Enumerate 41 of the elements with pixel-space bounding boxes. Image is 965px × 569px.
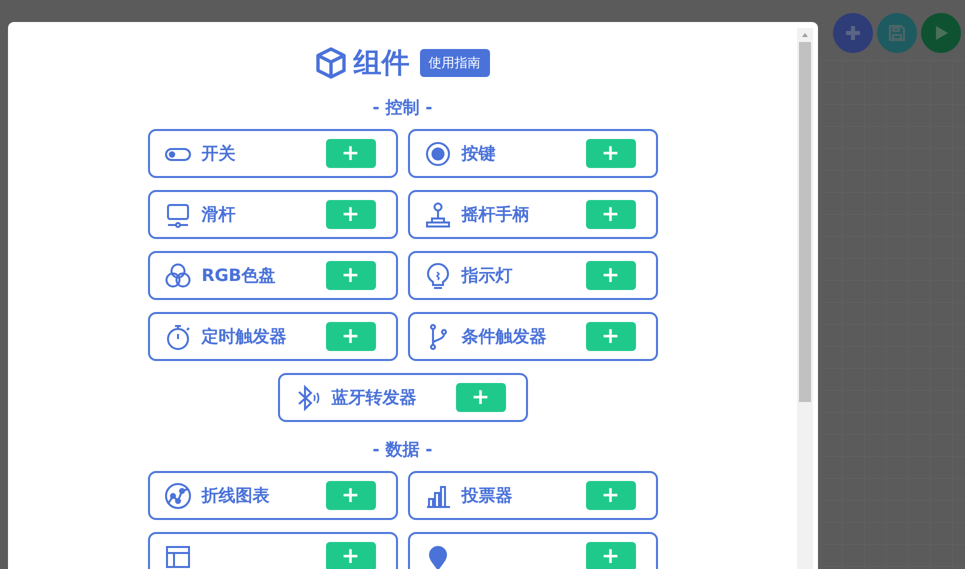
- component-name: 条件触发器: [462, 326, 546, 348]
- add-button[interactable]: +: [586, 200, 636, 229]
- component-name: 滑杆: [202, 204, 236, 226]
- scroll-up-icon[interactable]: [801, 32, 809, 38]
- save-button[interactable]: [877, 13, 917, 53]
- add-button[interactable]: +: [586, 322, 636, 351]
- component-name: 指示灯: [462, 265, 512, 287]
- guide-button[interactable]: 使用指南: [420, 49, 490, 77]
- scrollbar[interactable]: [797, 28, 813, 569]
- overlapping-circles-icon: [164, 262, 192, 290]
- component-name: RGB色盘: [202, 265, 276, 287]
- dialog-title: 组件: [354, 45, 410, 81]
- add-button[interactable]: +: [586, 542, 636, 569]
- plus-icon: [846, 26, 860, 40]
- radio-button-icon: [424, 140, 452, 168]
- component-name: 摇杆手柄: [462, 204, 530, 226]
- section-heading: - 数据 -: [372, 439, 432, 461]
- add-button[interactable]: +: [326, 200, 376, 229]
- scrollbar-thumb[interactable]: [799, 42, 811, 402]
- add-button[interactable]: +: [326, 139, 376, 168]
- component-name: 开关: [202, 143, 236, 165]
- play-button[interactable]: [921, 13, 961, 53]
- add-button[interactable]: +: [326, 261, 376, 290]
- cube-icon: [316, 47, 346, 79]
- add-button[interactable]: +: [586, 139, 636, 168]
- add-button[interactable]: +: [326, 481, 376, 510]
- add-button[interactable]: +: [326, 322, 376, 351]
- joystick-icon: [424, 200, 452, 228]
- component-name: 按键: [462, 143, 496, 165]
- add-button[interactable]: [833, 13, 873, 53]
- add-button[interactable]: +: [586, 481, 636, 510]
- add-button[interactable]: +: [326, 542, 376, 569]
- component-name: 蓝牙转发器: [332, 387, 416, 409]
- component-name: 折线图表: [202, 485, 270, 507]
- line-chart-icon: [164, 482, 192, 510]
- add-button[interactable]: +: [586, 261, 636, 290]
- play-icon: [933, 25, 949, 41]
- section-heading: - 控制 -: [372, 97, 432, 119]
- component-name: 投票器: [462, 485, 512, 507]
- component-name: 定时触发器: [202, 326, 286, 348]
- add-button[interactable]: +: [456, 383, 506, 412]
